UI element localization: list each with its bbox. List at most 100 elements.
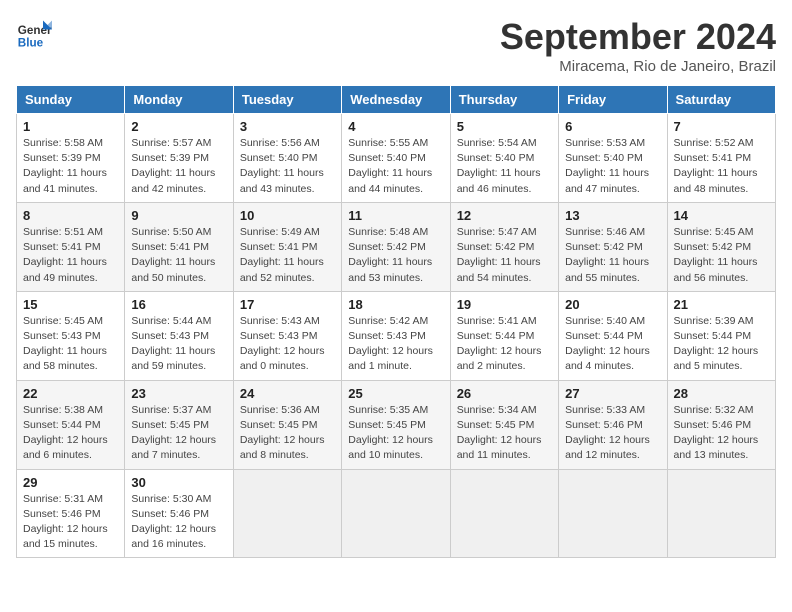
day-number: 11 [348, 208, 443, 223]
calendar-cell: 4 Sunrise: 5:55 AMSunset: 5:40 PMDaylight… [342, 114, 450, 203]
day-number: 5 [457, 119, 552, 134]
day-info: Sunrise: 5:47 AMSunset: 5:42 PMDaylight:… [457, 225, 552, 286]
day-number: 4 [348, 119, 443, 134]
day-number: 29 [23, 475, 118, 490]
day-info: Sunrise: 5:38 AMSunset: 5:44 PMDaylight:… [23, 403, 118, 464]
day-info: Sunrise: 5:50 AMSunset: 5:41 PMDaylight:… [131, 225, 226, 286]
weekday-header-tuesday: Tuesday [233, 86, 341, 114]
calendar-cell: 22 Sunrise: 5:38 AMSunset: 5:44 PMDayligh… [17, 380, 125, 469]
day-info: Sunrise: 5:35 AMSunset: 5:45 PMDaylight:… [348, 403, 443, 464]
svg-text:Blue: Blue [18, 37, 44, 50]
calendar-cell: 24Sunrise: 5:36 AMSunset: 5:45 PMDayligh… [233, 380, 341, 469]
calendar-cell: 8 Sunrise: 5:51 AMSunset: 5:41 PMDaylight… [17, 202, 125, 291]
month-title: September 2024 [500, 16, 776, 58]
day-info: Sunrise: 5:33 AMSunset: 5:46 PMDaylight:… [565, 403, 660, 464]
weekday-header-sunday: Sunday [17, 86, 125, 114]
day-number: 6 [565, 119, 660, 134]
calendar-cell: 25Sunrise: 5:35 AMSunset: 5:45 PMDayligh… [342, 380, 450, 469]
day-number: 21 [674, 297, 769, 312]
calendar-cell [233, 469, 341, 558]
day-info: Sunrise: 5:46 AMSunset: 5:42 PMDaylight:… [565, 225, 660, 286]
calendar-cell: 2Sunrise: 5:57 AMSunset: 5:39 PMDaylight… [125, 114, 233, 203]
calendar-cell: 28 Sunrise: 5:32 AMSunset: 5:46 PMDayligh… [667, 380, 775, 469]
calendar-cell: 6 Sunrise: 5:53 AMSunset: 5:40 PMDaylight… [559, 114, 667, 203]
calendar-cell: 14 Sunrise: 5:45 AMSunset: 5:42 PMDayligh… [667, 202, 775, 291]
calendar-cell: 3Sunrise: 5:56 AMSunset: 5:40 PMDaylight… [233, 114, 341, 203]
day-info: Sunrise: 5:45 AMSunset: 5:43 PMDaylight:… [23, 314, 118, 375]
day-info: Sunrise: 5:57 AMSunset: 5:39 PMDaylight:… [131, 136, 226, 197]
day-info: Sunrise: 5:48 AMSunset: 5:42 PMDaylight:… [348, 225, 443, 286]
day-info: Sunrise: 5:42 AMSunset: 5:43 PMDaylight:… [348, 314, 443, 375]
day-number: 10 [240, 208, 335, 223]
calendar-cell: 16 Sunrise: 5:44 AMSunset: 5:43 PMDayligh… [125, 291, 233, 380]
day-info: Sunrise: 5:31 AMSunset: 5:46 PMDaylight:… [23, 492, 118, 553]
day-number: 9 [131, 208, 226, 223]
weekday-header-saturday: Saturday [667, 86, 775, 114]
calendar-cell [559, 469, 667, 558]
day-info: Sunrise: 5:36 AMSunset: 5:45 PMDaylight:… [240, 403, 335, 464]
weekday-header-friday: Friday [559, 86, 667, 114]
calendar-cell: 30Sunrise: 5:30 AMSunset: 5:46 PMDayligh… [125, 469, 233, 558]
calendar-cell: 20 Sunrise: 5:40 AMSunset: 5:44 PMDayligh… [559, 291, 667, 380]
day-number: 27 [565, 386, 660, 401]
day-info: Sunrise: 5:52 AMSunset: 5:41 PMDaylight:… [674, 136, 769, 197]
day-number: 20 [565, 297, 660, 312]
day-number: 28 [674, 386, 769, 401]
day-info: Sunrise: 5:40 AMSunset: 5:44 PMDaylight:… [565, 314, 660, 375]
day-info: Sunrise: 5:37 AMSunset: 5:45 PMDaylight:… [131, 403, 226, 464]
calendar-cell: 21 Sunrise: 5:39 AMSunset: 5:44 PMDayligh… [667, 291, 775, 380]
day-info: Sunrise: 5:49 AMSunset: 5:41 PMDaylight:… [240, 225, 335, 286]
calendar-cell: 13Sunrise: 5:46 AMSunset: 5:42 PMDayligh… [559, 202, 667, 291]
calendar-cell: 9 Sunrise: 5:50 AMSunset: 5:41 PMDaylight… [125, 202, 233, 291]
day-info: Sunrise: 5:41 AMSunset: 5:44 PMDaylight:… [457, 314, 552, 375]
calendar-cell [667, 469, 775, 558]
day-number: 3 [240, 119, 335, 134]
day-number: 23 [131, 386, 226, 401]
calendar-cell: 7 Sunrise: 5:52 AMSunset: 5:41 PMDaylight… [667, 114, 775, 203]
logo: General Blue [16, 16, 52, 52]
day-number: 19 [457, 297, 552, 312]
day-info: Sunrise: 5:44 AMSunset: 5:43 PMDaylight:… [131, 314, 226, 375]
calendar-cell: 23 Sunrise: 5:37 AMSunset: 5:45 PMDayligh… [125, 380, 233, 469]
day-info: Sunrise: 5:34 AMSunset: 5:45 PMDaylight:… [457, 403, 552, 464]
calendar-cell: 10 Sunrise: 5:49 AMSunset: 5:41 PMDayligh… [233, 202, 341, 291]
day-number: 7 [674, 119, 769, 134]
calendar-cell: 17 Sunrise: 5:43 AMSunset: 5:43 PMDayligh… [233, 291, 341, 380]
calendar-cell: 15 Sunrise: 5:45 AMSunset: 5:43 PMDayligh… [17, 291, 125, 380]
day-number: 26 [457, 386, 552, 401]
calendar-cell: 18 Sunrise: 5:42 AMSunset: 5:43 PMDayligh… [342, 291, 450, 380]
calendar-cell: 27 Sunrise: 5:33 AMSunset: 5:46 PMDayligh… [559, 380, 667, 469]
day-number: 16 [131, 297, 226, 312]
day-number: 12 [457, 208, 552, 223]
day-info: Sunrise: 5:32 AMSunset: 5:46 PMDaylight:… [674, 403, 769, 464]
calendar-cell: 19 Sunrise: 5:41 AMSunset: 5:44 PMDayligh… [450, 291, 558, 380]
calendar-cell: 29 Sunrise: 5:31 AMSunset: 5:46 PMDayligh… [17, 469, 125, 558]
day-number: 22 [23, 386, 118, 401]
title-block: September 2024 Miracema, Rio de Janeiro,… [500, 16, 776, 75]
calendar-cell: 12 Sunrise: 5:47 AMSunset: 5:42 PMDayligh… [450, 202, 558, 291]
day-info: Sunrise: 5:55 AMSunset: 5:40 PMDaylight:… [348, 136, 443, 197]
day-info: Sunrise: 5:51 AMSunset: 5:41 PMDaylight:… [23, 225, 118, 286]
calendar-cell: 1Sunrise: 5:58 AMSunset: 5:39 PMDaylight… [17, 114, 125, 203]
page-header: General Blue September 2024 Miracema, Ri… [16, 16, 776, 75]
location: Miracema, Rio de Janeiro, Brazil [500, 58, 776, 75]
day-number: 1 [23, 119, 118, 134]
day-info: Sunrise: 5:30 AMSunset: 5:46 PMDaylight:… [131, 492, 226, 553]
day-number: 17 [240, 297, 335, 312]
calendar-table: SundayMondayTuesdayWednesdayThursdayFrid… [16, 85, 776, 558]
calendar-cell [342, 469, 450, 558]
weekday-header-thursday: Thursday [450, 86, 558, 114]
calendar-cell [450, 469, 558, 558]
weekday-header-monday: Monday [125, 86, 233, 114]
weekday-header-wednesday: Wednesday [342, 86, 450, 114]
day-number: 18 [348, 297, 443, 312]
day-info: Sunrise: 5:45 AMSunset: 5:42 PMDaylight:… [674, 225, 769, 286]
day-info: Sunrise: 5:53 AMSunset: 5:40 PMDaylight:… [565, 136, 660, 197]
day-info: Sunrise: 5:43 AMSunset: 5:43 PMDaylight:… [240, 314, 335, 375]
calendar-cell: 5Sunrise: 5:54 AMSunset: 5:40 PMDaylight… [450, 114, 558, 203]
day-info: Sunrise: 5:39 AMSunset: 5:44 PMDaylight:… [674, 314, 769, 375]
calendar-cell: 26 Sunrise: 5:34 AMSunset: 5:45 PMDayligh… [450, 380, 558, 469]
day-number: 15 [23, 297, 118, 312]
day-number: 14 [674, 208, 769, 223]
day-number: 8 [23, 208, 118, 223]
